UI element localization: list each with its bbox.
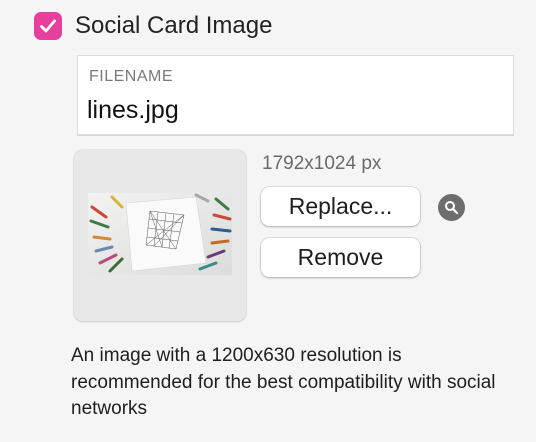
checkmark-icon <box>40 19 56 33</box>
filename-input[interactable] <box>87 96 497 125</box>
image-thumbnail-frame[interactable] <box>74 150 246 321</box>
social-card-checkbox[interactable] <box>34 12 62 40</box>
social-card-header: Social Card Image <box>34 12 272 40</box>
search-glyph <box>445 201 459 215</box>
image-thumbnail <box>88 193 232 275</box>
filename-field[interactable]: FILENAME <box>77 55 514 135</box>
crayons-drawing-thumbnail <box>88 193 232 275</box>
remove-button[interactable]: Remove <box>261 238 420 277</box>
help-text: An image with a 1200x630 resolution is r… <box>71 345 496 419</box>
image-dimensions: 1792x1024 px <box>262 153 382 174</box>
filename-label: FILENAME <box>89 68 174 85</box>
replace-button[interactable]: Replace... <box>261 187 420 226</box>
social-card-title[interactable]: Social Card Image <box>75 12 272 40</box>
magnifier-icon[interactable] <box>438 194 465 221</box>
